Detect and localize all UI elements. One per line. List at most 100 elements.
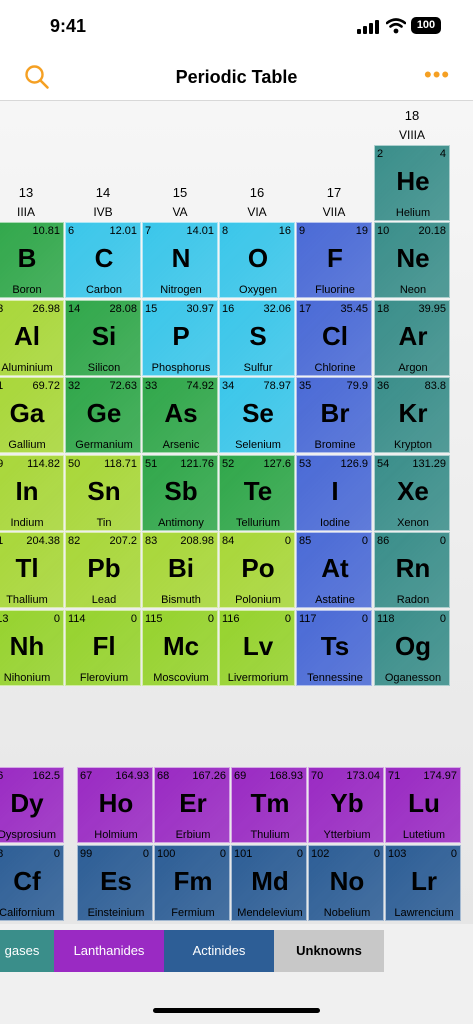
element-cell-fl[interactable]: 114 0 Fl Flerovium bbox=[65, 610, 141, 686]
atomic-number: 118 bbox=[377, 613, 395, 625]
element-cell-no[interactable]: 102 0 No Nobelium bbox=[308, 845, 384, 921]
element-name: Nitrogen bbox=[160, 284, 202, 296]
group-header-15: 15 VA bbox=[142, 185, 218, 219]
element-cell-c[interactable]: 6 12.01 C Carbon bbox=[65, 222, 141, 298]
element-cell-s[interactable]: 16 32.06 S Sulfur bbox=[219, 300, 295, 376]
element-symbol: Lr bbox=[411, 866, 437, 896]
element-cell-ts[interactable]: 117 0 Ts Tennessine bbox=[296, 610, 372, 686]
element-symbol: Tm bbox=[250, 788, 290, 818]
element-cell-he[interactable]: 2 4 He Helium bbox=[374, 145, 450, 221]
element-symbol: He bbox=[396, 166, 430, 196]
element-cell-i[interactable]: 53 126.9 I Iodine bbox=[296, 455, 372, 531]
atomic-mass: 173.04 bbox=[346, 770, 380, 782]
atomic-mass: 174.97 bbox=[423, 770, 457, 782]
element-cell-kr[interactable]: 36 83.8 Kr Krypton bbox=[374, 377, 450, 453]
element-cell-o[interactable]: 8 16 O Oxygen bbox=[219, 222, 295, 298]
group-number: 16 bbox=[249, 185, 265, 200]
element-cell-cf[interactable]: 98 0 Cf Californium bbox=[0, 845, 64, 921]
element-cell-al[interactable]: 13 26.98 Al Aluminium bbox=[0, 300, 64, 376]
category-tab-actinides[interactable]: Actinides bbox=[164, 930, 274, 972]
element-cell-tl[interactable]: 81 204.38 Tl Thallium bbox=[0, 532, 64, 608]
element-cell-md[interactable]: 101 0 Md Mendelevium bbox=[231, 845, 307, 921]
element-symbol: S bbox=[249, 321, 267, 351]
element-cell-p[interactable]: 15 30.97 P Phosphorus bbox=[142, 300, 218, 376]
element-symbol: Si bbox=[91, 321, 117, 351]
element-name: Helium bbox=[395, 207, 431, 219]
group-number: 15 bbox=[172, 185, 188, 200]
element-cell-rn[interactable]: 86 0 Rn Radon bbox=[374, 532, 450, 608]
element-name: Sulfur bbox=[243, 362, 273, 374]
element-cell-po[interactable]: 84 0 Po Polonium bbox=[219, 532, 295, 608]
element-cell-ne[interactable]: 10 20.18 Ne Neon bbox=[374, 222, 450, 298]
atomic-mass: 32.06 bbox=[263, 303, 291, 315]
element-cell-mc[interactable]: 115 0 Mc Moscovium bbox=[142, 610, 218, 686]
atomic-mass: 78.97 bbox=[263, 380, 291, 392]
element-cell-ga[interactable]: 31 69.72 Ga Gallium bbox=[0, 377, 64, 453]
element-name: Fermium bbox=[171, 907, 215, 919]
atomic-mass: 19 bbox=[355, 225, 368, 237]
group-roman: VIIIA bbox=[398, 128, 425, 142]
element-cell-ho[interactable]: 67 164.93 Ho Holmium bbox=[77, 767, 153, 843]
element-cell-te[interactable]: 52 127.6 Te Tellurium bbox=[219, 455, 295, 531]
group-number: 17 bbox=[326, 185, 342, 200]
element-cell-sn[interactable]: 50 118.71 Sn Tin bbox=[65, 455, 141, 531]
element-cell-sb[interactable]: 51 121.76 Sb Antimony bbox=[142, 455, 218, 531]
atomic-number: 36 bbox=[377, 380, 390, 392]
element-cell-f[interactable]: 9 19 F Fluorine bbox=[296, 222, 372, 298]
element-cell-og[interactable]: 118 0 Og Oganesson bbox=[374, 610, 450, 686]
element-cell-as[interactable]: 33 74.92 As Arsenic bbox=[142, 377, 218, 453]
category-tab-unknowns[interactable]: Unknowns bbox=[274, 930, 384, 972]
element-cell-tm[interactable]: 69 168.93 Tm Thulium bbox=[231, 767, 307, 843]
element-cell-es[interactable]: 99 0 Es Einsteinium bbox=[77, 845, 153, 921]
atomic-number: 101 bbox=[234, 848, 253, 860]
element-cell-lr[interactable]: 103 0 Lr Lawrencium bbox=[385, 845, 461, 921]
group-header-16: 16 VIA bbox=[219, 185, 295, 219]
element-cell-lv[interactable]: 116 0 Lv Livermorium bbox=[219, 610, 295, 686]
atomic-number: 51 bbox=[145, 458, 158, 470]
element-name: Gallium bbox=[8, 439, 46, 451]
element-cell-si[interactable]: 14 28.08 Si Silicon bbox=[65, 300, 141, 376]
element-symbol: Lu bbox=[408, 788, 440, 818]
element-symbol: Sn bbox=[87, 476, 121, 506]
element-cell-ge[interactable]: 32 72.63 Ge Germanium bbox=[65, 377, 141, 453]
element-name: Argon bbox=[398, 362, 428, 374]
atomic-number: 68 bbox=[157, 770, 170, 782]
element-cell-er[interactable]: 68 167.26 Er Erbium bbox=[154, 767, 230, 843]
category-tab-gases[interactable]: gases bbox=[0, 930, 54, 972]
element-name: Einsteinium bbox=[87, 907, 145, 919]
element-cell-yb[interactable]: 70 173.04 Yb Ytterbium bbox=[308, 767, 384, 843]
element-cell-br[interactable]: 35 79.9 Br Bromine bbox=[296, 377, 372, 453]
element-cell-bi[interactable]: 83 208.98 Bi Bismuth bbox=[142, 532, 218, 608]
element-name: Bromine bbox=[314, 439, 356, 451]
atomic-mass: 0 bbox=[130, 613, 137, 625]
element-cell-fm[interactable]: 100 0 Fm Fermium bbox=[154, 845, 230, 921]
atomic-mass: 0 bbox=[439, 535, 446, 547]
element-cell-ar[interactable]: 18 39.95 Ar Argon bbox=[374, 300, 450, 376]
atomic-mass: 0 bbox=[373, 848, 380, 860]
atomic-number: 84 bbox=[222, 535, 235, 547]
element-name: Moscovium bbox=[153, 672, 209, 684]
atomic-mass: 69.72 bbox=[32, 380, 60, 392]
element-name: Silicon bbox=[87, 362, 121, 374]
element-cell-xe[interactable]: 54 131.29 Xe Xenon bbox=[374, 455, 450, 531]
element-cell-n[interactable]: 7 14.01 N Nitrogen bbox=[142, 222, 218, 298]
element-symbol: Lv bbox=[242, 631, 274, 661]
element-cell-dy[interactable]: 66 162.5 Dy Dysprosium bbox=[0, 767, 64, 843]
group-roman: VA bbox=[172, 205, 188, 219]
element-name: Iodine bbox=[320, 517, 350, 529]
element-cell-at[interactable]: 85 0 At Astatine bbox=[296, 532, 372, 608]
more-icon[interactable]: ••• bbox=[424, 64, 450, 86]
element-cell-b[interactable]: 510.81BBoron bbox=[0, 222, 64, 298]
atomic-mass: 0 bbox=[361, 535, 368, 547]
element-cell-cl[interactable]: 17 35.45 Cl Chlorine bbox=[296, 300, 372, 376]
element-cell-lu[interactable]: 71 174.97 Lu Lutetium bbox=[385, 767, 461, 843]
atomic-number: 49 bbox=[0, 458, 3, 470]
atomic-number: 33 bbox=[145, 380, 158, 392]
atomic-mass: 14.01 bbox=[186, 225, 214, 237]
element-cell-nh[interactable]: 113 0 Nh Nihonium bbox=[0, 610, 64, 686]
atomic-mass: 114.82 bbox=[27, 458, 60, 470]
element-cell-se[interactable]: 34 78.97 Se Selenium bbox=[219, 377, 295, 453]
element-cell-in[interactable]: 49 114.82 In Indium bbox=[0, 455, 64, 531]
category-tab-lanthanides[interactable]: Lanthanides bbox=[54, 930, 164, 972]
element-cell-pb[interactable]: 82 207.2 Pb Lead bbox=[65, 532, 141, 608]
